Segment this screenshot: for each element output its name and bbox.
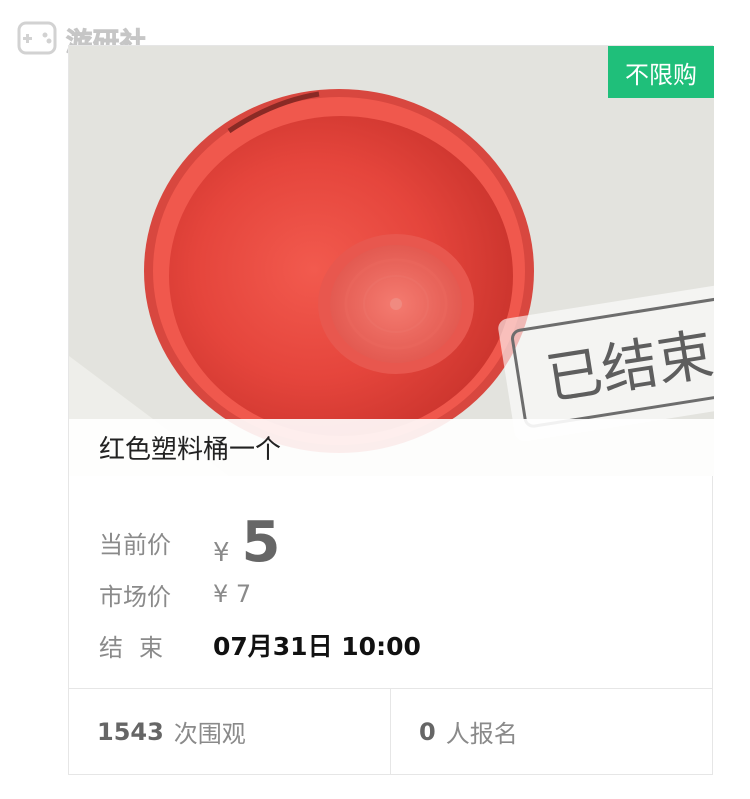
item-title[interactable]: 红色塑料桶一个 — [69, 419, 714, 476]
end-time-label: 结束 — [99, 633, 179, 662]
item-photo[interactable]: 不限购 已结束 红色塑料桶一个 — [69, 46, 714, 476]
signups-stat: 0 人报名 — [390, 689, 712, 774]
signups-label: 人报名 — [445, 720, 518, 748]
end-time-row: 结束 07月31日 10:00 — [99, 620, 712, 670]
stats-bar: 1543 次围观 0 人报名 — [69, 688, 712, 774]
views-label: 次围观 — [173, 720, 246, 748]
market-price-row: 市场价 ¥ 7 — [99, 568, 712, 620]
signups-count: 0 — [419, 717, 436, 746]
page: 游研社 不限购 已结束 红色塑料桶一个 当前价 ¥ 5 市场价 ¥ 7 结束 0… — [0, 0, 750, 799]
market-price-value: ¥ 7 — [213, 580, 252, 608]
item-details: 当前价 ¥ 5 市场价 ¥ 7 结束 07月31日 10:00 — [69, 476, 712, 670]
currency-symbol: ¥ — [213, 537, 230, 568]
gamepad-logo-icon — [16, 18, 60, 62]
views-stat: 1543 次围观 — [69, 689, 390, 774]
ended-stamp-label: 已结束 — [509, 294, 714, 430]
current-price-value: 5 — [241, 509, 281, 575]
end-time-value: 07月31日 10:00 — [213, 632, 421, 661]
market-price-label: 市场价 — [99, 582, 171, 611]
views-count: 1543 — [97, 717, 164, 746]
auction-card[interactable]: 不限购 已结束 红色塑料桶一个 当前价 ¥ 5 市场价 ¥ 7 结束 07月31… — [68, 45, 714, 775]
current-price-label: 当前价 — [99, 530, 171, 559]
current-price-row: 当前价 ¥ 5 — [99, 510, 712, 575]
no-purchase-limit-badge: 不限购 — [608, 46, 714, 98]
